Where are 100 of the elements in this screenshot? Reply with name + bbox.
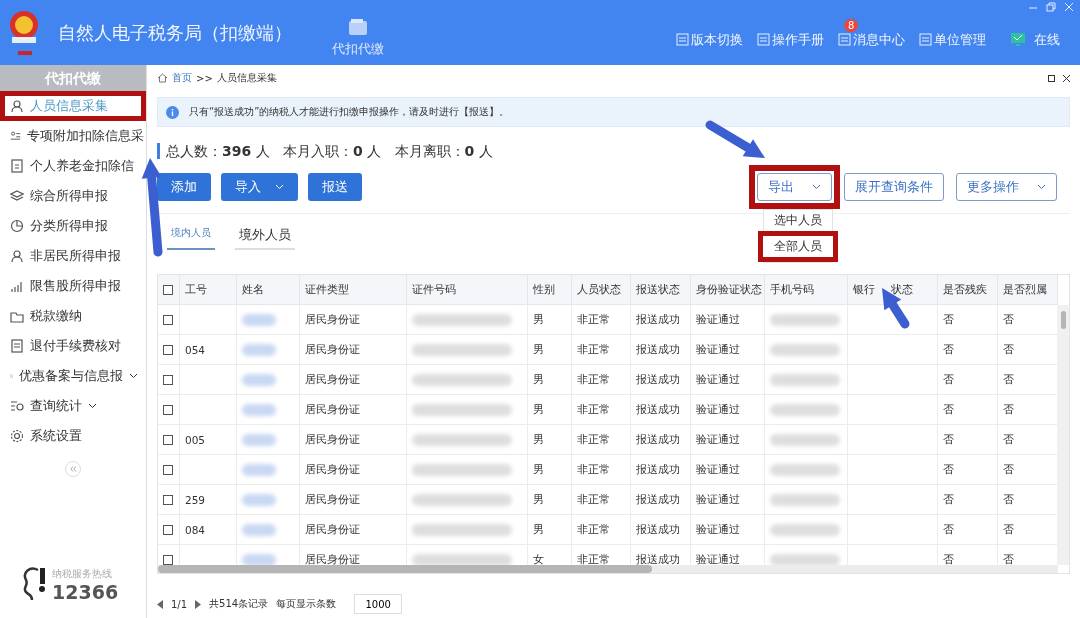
table-cell: 男: [528, 365, 572, 395]
row-checkbox[interactable]: [163, 314, 173, 325]
blurred-value: [770, 553, 840, 566]
table-cell: 非正常: [572, 365, 631, 395]
maximize-icon[interactable]: [1048, 74, 1055, 82]
blurred-value: [242, 463, 276, 476]
toolbar-button[interactable]: 更多操作: [956, 173, 1057, 201]
blurred-value: [770, 373, 840, 386]
header-menu-item[interactable]: 版本切换: [676, 30, 743, 49]
table-cell: 报送成功: [631, 515, 691, 545]
blurred-value: [242, 523, 276, 536]
list-icon: [10, 129, 21, 143]
folder-icon: [10, 309, 24, 323]
row-checkbox[interactable]: [163, 464, 173, 475]
table-cell: 否: [938, 455, 998, 485]
action-button[interactable]: 添加: [157, 173, 211, 201]
pie-chart-icon: [10, 219, 24, 233]
table-cell: 报送成功: [631, 305, 691, 335]
document-icon: [10, 339, 24, 353]
table-cell: 居民身份证: [300, 335, 407, 365]
table-cell: 否: [938, 365, 998, 395]
header-menu-item[interactable]: 单位管理: [919, 30, 986, 49]
row-checkbox[interactable]: [163, 524, 173, 535]
home-icon: [157, 73, 168, 83]
column-header: 是否残疾: [938, 275, 998, 305]
table-cell: 否: [938, 485, 998, 515]
blurred-value: [242, 373, 276, 386]
next-page-icon[interactable]: [195, 599, 202, 609]
header-menu-item[interactable]: 消息中心: [838, 30, 905, 49]
hotline-number: 12366: [52, 581, 119, 603]
previous-page-icon[interactable]: [157, 599, 163, 609]
column-header: 姓名: [237, 275, 300, 305]
table-cell: 非正常: [572, 395, 631, 425]
tab[interactable]: 境外人员: [235, 226, 295, 250]
table-cell: 报送成功: [631, 365, 691, 395]
select-all-checkbox[interactable]: [163, 284, 173, 295]
toolbar-button[interactable]: 展开查询条件: [844, 173, 944, 201]
page-size-field[interactable]: 1000: [354, 594, 403, 614]
column-header: 状态: [891, 282, 913, 297]
close-icon[interactable]: [1063, 74, 1070, 82]
column-header: 银行: [853, 282, 875, 297]
search-list-icon: [10, 399, 24, 413]
tab[interactable]: 境内人员: [167, 226, 215, 250]
table-cell: 男: [528, 395, 572, 425]
column-header: 证件类型: [300, 275, 407, 305]
table-cell: 男: [528, 485, 572, 515]
table-cell: 验证通过: [691, 425, 765, 455]
blurred-value: [242, 313, 276, 326]
breadcrumb-link[interactable]: 首页: [172, 71, 192, 85]
table-cell: 005: [180, 425, 237, 455]
column-header: 是否烈属: [998, 275, 1058, 305]
column-header: 性别: [528, 275, 572, 305]
vertical-scrollbar[interactable]: [1057, 305, 1069, 565]
row-checkbox[interactable]: [163, 344, 173, 355]
row-checkbox[interactable]: [163, 374, 173, 385]
column-header: 证件号码: [407, 275, 528, 305]
blurred-value: [770, 343, 840, 356]
table-cell: 男: [528, 455, 572, 485]
column-header: 人员状态: [572, 275, 631, 305]
row-checkbox[interactable]: [163, 404, 173, 415]
layers-icon: [10, 189, 24, 203]
table-cell: 验证通过: [691, 485, 765, 515]
horizontal-scrollbar[interactable]: [158, 565, 1057, 573]
sidebar-title: 代扣代缴: [0, 65, 146, 91]
table-cell: 居民身份证: [300, 395, 407, 425]
table-cell: 否: [938, 335, 998, 365]
table-cell: 否: [938, 395, 998, 425]
table-cell: 男: [528, 515, 572, 545]
table-cell: 报送成功: [631, 455, 691, 485]
blurred-value: [770, 433, 840, 446]
table-cell: 男: [528, 335, 572, 365]
blurred-value: [242, 553, 276, 566]
wallet-icon[interactable]: [348, 17, 368, 36]
table-cell: 男: [528, 425, 572, 455]
breadcrumb-current: 人员信息采集: [216, 71, 277, 85]
table-cell: 非正常: [572, 485, 631, 515]
table-cell: 居民身份证: [300, 365, 407, 395]
table-cell: 验证通过: [691, 515, 765, 545]
blurred-value: [242, 343, 276, 356]
column-header: 身份验证状态: [691, 275, 765, 305]
table-cell: 054: [180, 335, 237, 365]
table-cell: 报送成功: [631, 335, 691, 365]
column-header: 工号: [180, 275, 237, 305]
row-checkbox[interactable]: [163, 554, 173, 565]
document-icon: [757, 33, 770, 46]
table-cell: 居民身份证: [300, 485, 407, 515]
table-cell: 非正常: [572, 425, 631, 455]
table-cell: 验证通过: [691, 305, 765, 335]
action-button[interactable]: 报送: [308, 173, 362, 201]
menu-item[interactable]: 全部人员: [763, 236, 833, 257]
table-cell: 居民身份证: [300, 305, 407, 335]
app-title: 自然人电子税务局（扣缴端）: [58, 20, 292, 45]
table-cell: 084: [180, 515, 237, 545]
table-cell: 报送成功: [631, 485, 691, 515]
table-cell: 非正常: [572, 515, 631, 545]
toolbar-button[interactable]: 导出: [757, 173, 832, 201]
action-button[interactable]: 导入: [221, 173, 298, 201]
blurred-value: [770, 523, 840, 536]
row-checkbox[interactable]: [163, 494, 173, 505]
row-checkbox[interactable]: [163, 434, 173, 445]
